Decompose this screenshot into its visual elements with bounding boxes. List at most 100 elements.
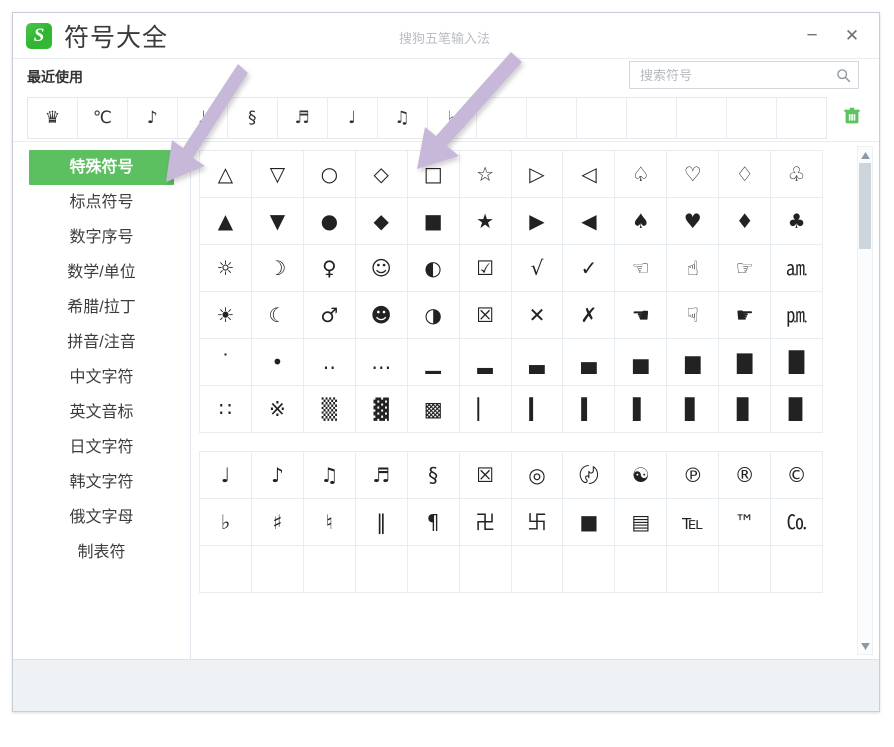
symbol-cell[interactable]: ☑	[460, 245, 512, 291]
symbol-cell[interactable]: ♩	[200, 452, 252, 498]
symbol-cell[interactable]: ℡	[667, 499, 720, 545]
symbol-cell[interactable]: ☜	[615, 245, 668, 291]
symbol-cell[interactable]: ♡	[667, 151, 720, 197]
symbol-cell[interactable]: ‖	[356, 499, 408, 545]
symbol-cell[interactable]: ◁	[563, 151, 616, 197]
symbol-cell[interactable]: ㏂	[771, 245, 824, 291]
recent-symbol-cell[interactable]: ♬	[278, 98, 328, 138]
symbol-cell[interactable]: ☒	[460, 292, 512, 338]
symbol-cell[interactable]: ♪	[252, 452, 304, 498]
symbol-cell[interactable]: ㏘	[771, 292, 824, 338]
symbol-cell[interactable]: ¶	[408, 499, 460, 545]
symbol-cell[interactable]: ☾	[252, 292, 304, 338]
symbol-cell[interactable]: ▉	[771, 386, 824, 432]
symbol-cell[interactable]: ▩	[408, 386, 460, 432]
symbol-cell[interactable]: •	[252, 339, 304, 385]
symbol-cell[interactable]: ☼	[200, 245, 252, 291]
symbol-cell[interactable]: ○	[304, 151, 356, 197]
symbol-cell[interactable]: ♤	[615, 151, 668, 197]
symbol-cell[interactable]: ✗	[563, 292, 616, 338]
symbol-cell[interactable]: ※	[252, 386, 304, 432]
symbol-cell[interactable]: 卍	[460, 499, 512, 545]
sidebar-item-0[interactable]: 特殊符号	[29, 150, 174, 185]
symbol-cell[interactable]: ▂	[460, 339, 512, 385]
symbol-cell[interactable]: …	[356, 339, 408, 385]
close-button[interactable]: ✕	[839, 23, 865, 49]
minimize-button[interactable]: −	[799, 23, 825, 49]
symbol-cell[interactable]: ©	[771, 452, 824, 498]
sidebar-item-2[interactable]: 数字序号	[29, 220, 174, 255]
symbol-cell[interactable]: ▅	[615, 339, 668, 385]
sidebar-item-4[interactable]: 希腊/拉丁	[29, 290, 174, 325]
symbol-cell[interactable]: ♢	[719, 151, 772, 197]
symbol-cell[interactable]: ®	[719, 452, 772, 498]
symbol-cell[interactable]: △	[200, 151, 252, 197]
trash-icon[interactable]	[841, 105, 865, 129]
sidebar-item-8[interactable]: 日文字符	[29, 430, 174, 465]
sidebar-item-9[interactable]: 韩文字符	[29, 465, 174, 500]
symbol-cell[interactable]: ♧	[771, 151, 824, 197]
recent-symbol-cell[interactable]: ♩	[178, 98, 228, 138]
symbol-cell[interactable]	[512, 546, 564, 592]
symbol-cell[interactable]: ▊	[719, 386, 772, 432]
symbol-cell[interactable]: ▏	[460, 386, 512, 432]
scrollbar-thumb[interactable]	[859, 163, 871, 249]
recent-symbol-cell[interactable]: ♫	[378, 98, 428, 138]
symbol-cell[interactable]: ℗	[667, 452, 720, 498]
symbol-cell[interactable]: ☺	[356, 245, 408, 291]
symbol-cell[interactable]: ■	[563, 499, 616, 545]
sidebar-item-11[interactable]: 制表符	[29, 535, 174, 570]
symbol-cell[interactable]: 卐	[512, 499, 564, 545]
symbol-cell[interactable]: ∷	[200, 386, 252, 432]
symbol-cell[interactable]	[615, 546, 668, 592]
scroll-up-button[interactable]	[858, 147, 872, 163]
symbol-cell[interactable]: ♀	[304, 245, 356, 291]
symbol-cell[interactable]	[667, 546, 720, 592]
symbol-cell[interactable]: ☝	[667, 245, 720, 291]
symbol-cell[interactable]: ▓	[356, 386, 408, 432]
symbol-cell[interactable]: ▍	[563, 386, 616, 432]
symbol-cell[interactable]: ☻	[356, 292, 408, 338]
symbol-cell[interactable]: ▶	[512, 198, 564, 244]
panel-scrollbar[interactable]	[857, 146, 873, 655]
symbol-cell[interactable]: ♣	[771, 198, 824, 244]
symbol-cell[interactable]: ♦	[719, 198, 772, 244]
symbol-cell[interactable]: ♬	[356, 452, 408, 498]
symbol-cell[interactable]: ✓	[563, 245, 616, 291]
recent-symbol-cell[interactable]: ℃	[78, 98, 128, 138]
symbol-cell[interactable]	[356, 546, 408, 592]
recent-symbol-cell[interactable]	[527, 98, 578, 138]
symbol-cell[interactable]: √	[512, 245, 564, 291]
symbol-cell[interactable]: ◐	[408, 245, 460, 291]
symbol-cell[interactable]: ♫	[304, 452, 356, 498]
symbol-cell[interactable]: ☛	[719, 292, 772, 338]
symbol-cell[interactable]	[408, 546, 460, 592]
symbol-cell[interactable]	[771, 546, 824, 592]
symbol-cell[interactable]: 〄	[563, 452, 616, 498]
symbol-cell[interactable]: ◆	[356, 198, 408, 244]
symbol-cell[interactable]: ◎	[512, 452, 564, 498]
symbol-cell[interactable]: ˙	[200, 339, 252, 385]
symbol-cell[interactable]: ◀	[563, 198, 616, 244]
symbol-cell[interactable]: ◑	[408, 292, 460, 338]
symbol-cell[interactable]: ▋	[667, 386, 720, 432]
recent-symbol-cell[interactable]	[477, 98, 528, 138]
symbol-cell[interactable]	[460, 546, 512, 592]
symbol-cell[interactable]: ▒	[304, 386, 356, 432]
symbol-cell[interactable]: ▽	[252, 151, 304, 197]
symbol-cell[interactable]: ★	[460, 198, 512, 244]
symbol-cell[interactable]	[200, 546, 252, 592]
search-box[interactable]	[629, 61, 859, 89]
symbol-cell[interactable]: ☀	[200, 292, 252, 338]
symbol-cell[interactable]: ♥	[667, 198, 720, 244]
symbol-cell[interactable]: §	[408, 452, 460, 498]
symbol-cell[interactable]: ㏇	[771, 499, 824, 545]
symbol-cell[interactable]: □	[408, 151, 460, 197]
recent-symbol-cell[interactable]	[627, 98, 678, 138]
symbol-cell[interactable]: ☟	[667, 292, 720, 338]
symbol-cell[interactable]: ▷	[512, 151, 564, 197]
sidebar-item-1[interactable]: 标点符号	[29, 185, 174, 220]
search-input[interactable]	[630, 62, 828, 88]
symbol-cell[interactable]: ☯	[615, 452, 668, 498]
symbol-cell[interactable]: ▃	[512, 339, 564, 385]
